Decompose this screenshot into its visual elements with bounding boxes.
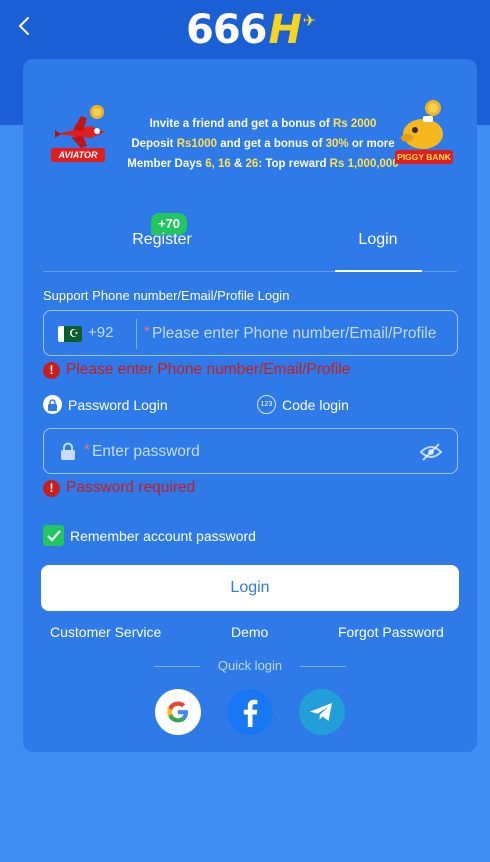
code-login-option[interactable]: 123 Code login xyxy=(257,395,349,414)
password-login-option[interactable]: Password Login xyxy=(43,395,168,414)
logo-letter: H ✈ xyxy=(268,7,317,53)
pakistan-flag-icon[interactable]: ☪ xyxy=(58,326,82,342)
code-login-label: Code login xyxy=(282,396,349,413)
login-button[interactable]: Login xyxy=(41,565,459,611)
padlock-icon xyxy=(60,442,76,460)
eye-off-icon[interactable] xyxy=(419,442,443,462)
error-icon: ! xyxy=(43,361,60,379)
promo-text: Invite a friend and get a bonus of Rs 20… xyxy=(127,118,399,170)
google-icon xyxy=(167,701,188,723)
password-login-label: Password Login xyxy=(68,396,168,413)
demo-link[interactable]: Demo xyxy=(231,624,268,640)
code-icon: 123 xyxy=(257,395,276,414)
telegram-login-button[interactable] xyxy=(299,689,345,735)
login-card: AVIATOR Invite a friend and get a bonus … xyxy=(23,59,477,752)
back-icon[interactable] xyxy=(14,14,36,38)
lock-icon xyxy=(43,395,62,414)
error-icon: ! xyxy=(43,479,60,497)
quick-login-divider: Quick login xyxy=(154,656,346,676)
checkmark-icon[interactable] xyxy=(43,525,64,546)
required-mark: * xyxy=(84,441,90,458)
field-separator xyxy=(136,319,137,349)
password-field[interactable]: * xyxy=(43,428,458,474)
promo-banner[interactable]: AVIATOR Invite a friend and get a bonus … xyxy=(51,92,453,174)
support-label: Support Phone number/Email/Profile Login xyxy=(43,288,290,303)
phone-error: ! Please enter Phone number/Email/Profil… xyxy=(43,361,350,379)
password-error: ! Password required xyxy=(43,479,195,497)
phone-error-text: Please enter Phone number/Email/Profile xyxy=(66,361,351,378)
facebook-login-button[interactable] xyxy=(227,689,273,735)
logo-digits: 666 xyxy=(186,7,267,53)
customer-service-link[interactable]: Customer Service xyxy=(50,624,161,640)
piggy-bank-graphic: PIGGY BANK xyxy=(393,98,453,170)
facebook-icon xyxy=(243,699,258,727)
auth-tabs: +70 Register Login xyxy=(43,199,457,273)
remember-label: Remember account password xyxy=(70,527,256,544)
airplane-icon xyxy=(55,105,105,148)
piggy-bank-icon xyxy=(401,100,443,149)
tab-register[interactable]: Register xyxy=(117,231,207,249)
phone-field[interactable]: ☪ +92 * xyxy=(43,310,458,356)
plane-icon: ✈ xyxy=(302,11,316,30)
remember-password-checkbox[interactable]: Remember account password xyxy=(43,525,256,546)
telegram-icon xyxy=(310,703,332,721)
tab-login[interactable]: Login xyxy=(333,231,423,249)
piggy-bank-tag: PIGGY BANK xyxy=(395,150,453,164)
phone-input[interactable] xyxy=(152,321,452,347)
aviator-graphic: AVIATOR xyxy=(51,104,111,168)
required-mark: * xyxy=(144,323,150,340)
aviator-tag: AVIATOR xyxy=(51,148,105,162)
password-input[interactable] xyxy=(92,439,412,465)
google-login-button[interactable] xyxy=(155,689,201,735)
country-code[interactable]: +92 xyxy=(88,324,113,341)
brand-logo: 666 H ✈ xyxy=(186,7,317,53)
forgot-password-link[interactable]: Forgot Password xyxy=(338,624,444,640)
tabs-divider xyxy=(43,271,457,272)
password-error-text: Password required xyxy=(66,479,196,496)
